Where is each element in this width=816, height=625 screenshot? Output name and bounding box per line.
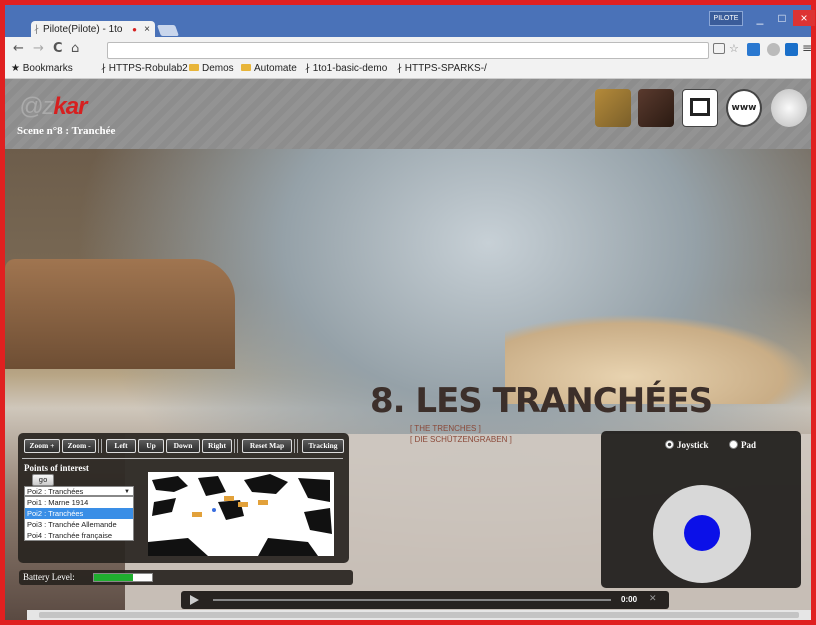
extension-arrow-icon[interactable]	[747, 43, 760, 56]
joystick-radio[interactable]: Joystick	[665, 440, 709, 450]
zoom-in-button[interactable]: Zoom +	[24, 439, 60, 453]
left-button[interactable]: Left	[106, 439, 136, 453]
zoom-out-button[interactable]: Zoom -	[62, 439, 96, 453]
extension-gray-icon[interactable]	[767, 43, 780, 56]
battery-bar	[93, 573, 153, 582]
separator	[101, 439, 102, 453]
up-button[interactable]: Up	[138, 439, 164, 453]
robot-icon: ∤	[397, 63, 402, 74]
page-content: @zkar Scene n°8 : Tranchée www 8. LES TR…	[5, 79, 811, 620]
robot-icon: ∤	[34, 24, 39, 35]
wikipedia-icon[interactable]	[771, 89, 807, 127]
folder-icon	[241, 64, 251, 71]
address-bar[interactable]	[107, 42, 709, 59]
mute-icon[interactable]: ✕	[649, 594, 657, 604]
folder-icon	[189, 64, 199, 71]
browser-window: ∤ Pilote(Pilote) - 1to ● × PILOTE _ □ × …	[0, 0, 816, 625]
app-header: @zkar Scene n°8 : Tranchée www	[5, 79, 811, 149]
poi-dropdown-list: Poi1 : Marne 1914 Poi2 : Tranchées Poi3 …	[24, 496, 134, 541]
profile-badge[interactable]: PILOTE	[709, 11, 743, 26]
map-control-panel: Zoom + Zoom - Left Up Down Right Reset M…	[18, 433, 349, 563]
poi-option[interactable]: Poi4 : Tranchée française	[25, 530, 133, 541]
robot-icon: ∤	[101, 63, 106, 74]
exhibit-subtitle: [ THE TRENCHES ][ DIE SCHÜTZENGRABEN ]	[410, 424, 512, 444]
pad-radio[interactable]: Pad	[729, 440, 756, 450]
star-icon: ★	[11, 63, 20, 74]
menu-icon[interactable]: ≡	[802, 41, 812, 55]
maximize-button[interactable]: □	[771, 10, 793, 26]
video-time: 0:00	[621, 595, 638, 604]
radio-unchecked-icon	[729, 440, 738, 449]
robot-icon: ∤	[305, 63, 310, 74]
www-globe-icon[interactable]: www	[726, 89, 762, 127]
tab-title: Pilote(Pilote) - 1to	[43, 24, 123, 35]
scene-title: Scene n°8 : Tranchée	[17, 125, 116, 137]
poi-option[interactable]: Poi2 : Tranchées	[25, 508, 133, 519]
floro-link-icon[interactable]	[595, 89, 631, 127]
separator	[294, 439, 295, 453]
floor-map[interactable]	[148, 472, 334, 556]
scrollbar-thumb[interactable]	[39, 612, 799, 618]
joystick-knob[interactable]	[684, 515, 720, 551]
video-controls: 0:00 ✕	[181, 591, 669, 609]
poi-select[interactable]: Poi2 : Tranchées ▼	[24, 486, 134, 496]
bookmark-1to1-basic-demo[interactable]: ∤ 1to1-basic-demo	[305, 63, 387, 74]
video-film-icon[interactable]	[682, 89, 718, 127]
separator	[237, 439, 238, 453]
battery-fill	[94, 574, 134, 581]
joystick-pad[interactable]	[653, 485, 751, 583]
title-bar: ∤ Pilote(Pilote) - 1to ● × PILOTE _ □ ×	[5, 5, 815, 38]
forward-button[interactable]: →	[33, 41, 44, 56]
separator	[234, 439, 235, 453]
reload-button[interactable]: C	[53, 41, 63, 56]
minimize-button[interactable]: _	[749, 10, 771, 26]
down-button[interactable]: Down	[166, 439, 200, 453]
divider	[22, 458, 343, 459]
sandbag-wall	[5, 259, 235, 369]
back-button[interactable]: ←	[13, 41, 24, 56]
bookmark-automate[interactable]: Automate	[241, 63, 297, 74]
bookmark-demos[interactable]: Demos	[189, 63, 234, 74]
poi-option[interactable]: Poi1 : Marne 1914	[25, 497, 133, 508]
bookmark-bookmarks[interactable]: ★ Bookmarks	[11, 63, 73, 74]
extension-s-icon[interactable]	[785, 43, 798, 56]
joystick-panel: Joystick Pad	[601, 431, 801, 588]
cast-icon[interactable]	[713, 43, 725, 54]
horizontal-scrollbar[interactable]	[27, 610, 811, 620]
star-bookmark-icon[interactable]: ☆	[729, 43, 742, 56]
reset-map-button[interactable]: Reset Map	[242, 439, 292, 453]
history-image-icon[interactable]	[638, 89, 674, 127]
tab-close-button[interactable]: ×	[144, 21, 150, 38]
separator	[98, 439, 99, 453]
radio-checked-icon	[665, 440, 674, 449]
new-tab-button[interactable]	[156, 25, 180, 36]
tracking-button[interactable]: Tracking	[302, 439, 344, 453]
recording-icon: ●	[132, 25, 137, 34]
close-window-button[interactable]: ×	[793, 10, 815, 26]
floor-map-drawing	[148, 472, 334, 556]
video-progress-track[interactable]	[213, 599, 611, 601]
poi-option[interactable]: Poi3 : Tranchée Allemande	[25, 519, 133, 530]
browser-toolbar: ← → C ⌂ ☆ ≡	[5, 37, 812, 61]
points-of-interest-label: Points of interest	[24, 463, 89, 473]
battery-panel: Battery Level:	[19, 570, 353, 585]
exhibit-title: 8. LES TRANCHÉES	[370, 381, 713, 421]
browser-tab[interactable]: ∤ Pilote(Pilote) - 1to ● ×	[31, 21, 155, 38]
bookmarks-bar: ★ Bookmarks ∤ HTTPS-Robulab2 Demos Autom…	[5, 61, 811, 79]
play-icon[interactable]	[190, 595, 199, 605]
go-button[interactable]: go	[32, 474, 54, 486]
right-button[interactable]: Right	[202, 439, 232, 453]
bookmark-sparks[interactable]: ∤ HTTPS-SPARKS-/	[397, 63, 487, 74]
battery-label: Battery Level:	[23, 572, 75, 582]
home-button[interactable]: ⌂	[71, 41, 79, 56]
azkar-logo: @zkar	[19, 93, 87, 120]
separator	[297, 439, 298, 453]
bookmark-robulab2[interactable]: ∤ HTTPS-Robulab2	[101, 63, 188, 74]
